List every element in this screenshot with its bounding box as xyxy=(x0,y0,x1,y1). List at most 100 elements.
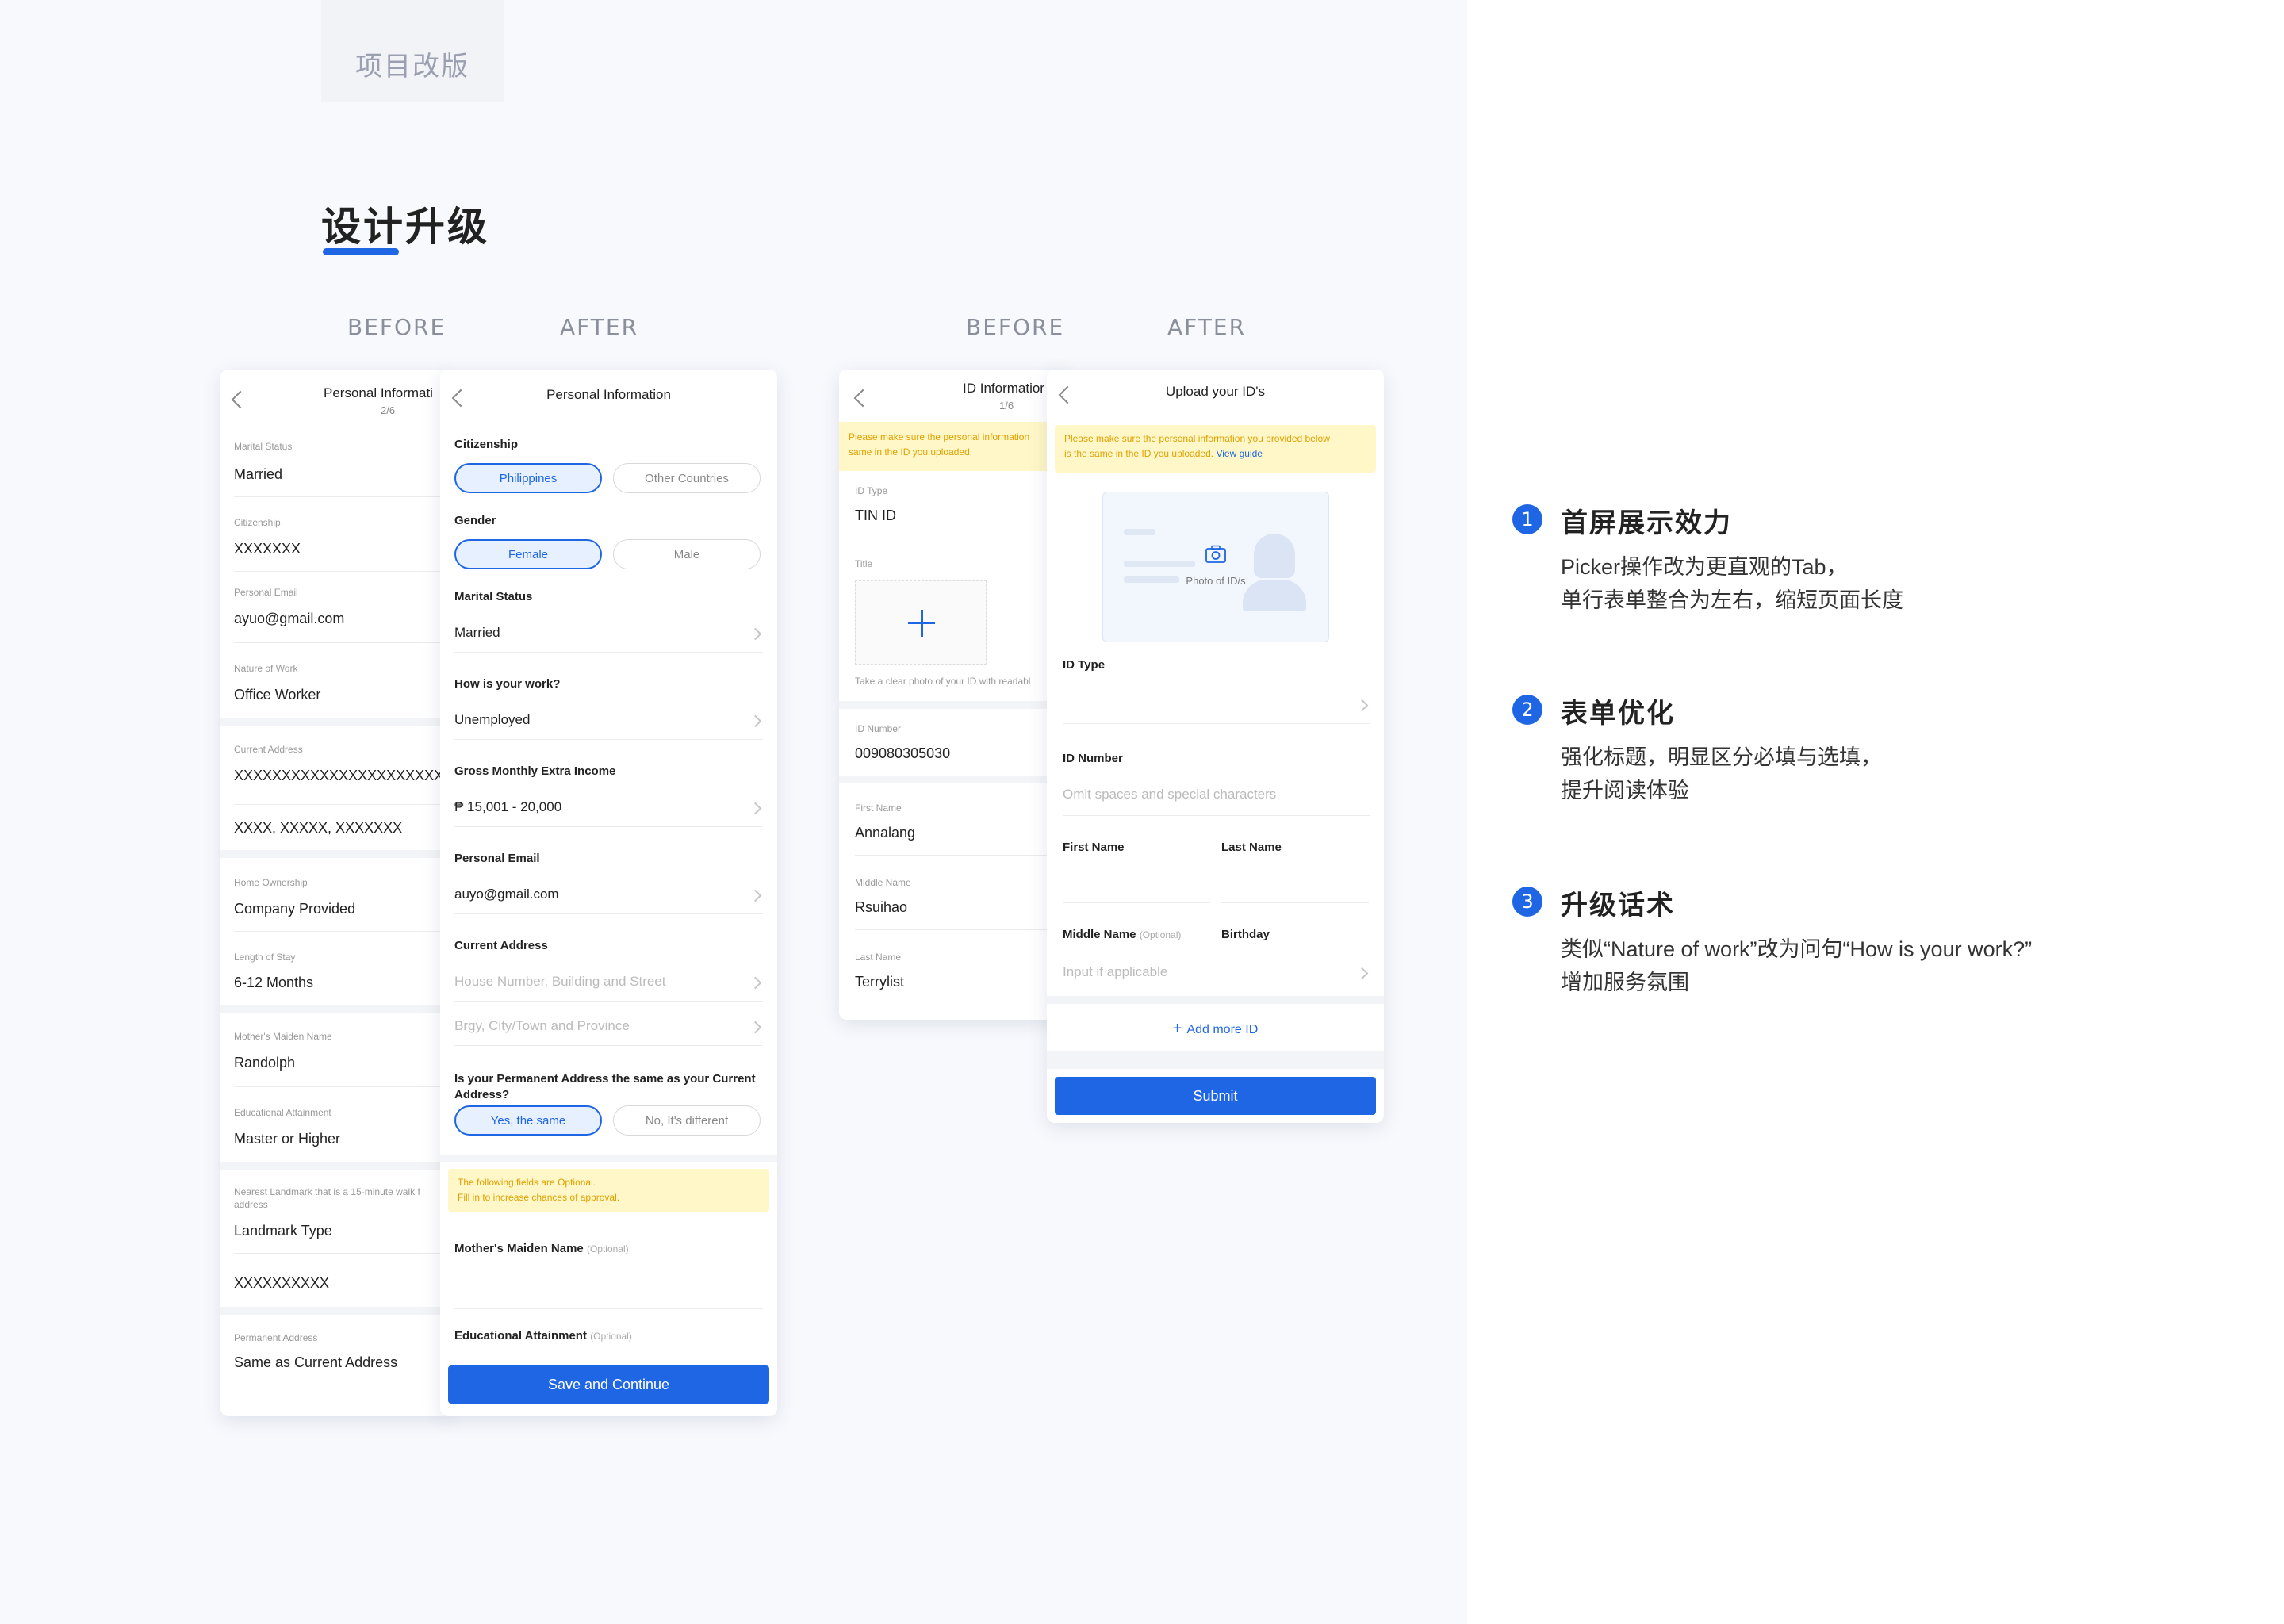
back-chevron-icon[interactable] xyxy=(231,390,250,409)
project-tag: 项目改版 xyxy=(355,52,469,82)
first-name-label: First Name xyxy=(1063,841,1125,854)
bullet-title: 首屏展示效力 xyxy=(1561,508,1732,538)
field-label: ID Type xyxy=(855,485,888,496)
income-value[interactable]: ₱ 15,001 - 20,000 xyxy=(454,799,561,815)
field-label: Nearest Landmark that is a 15-minute wal… xyxy=(234,1186,420,1197)
after-label-1: AFTER xyxy=(560,314,639,340)
field-value[interactable]: Company Provided xyxy=(234,901,355,917)
screen-title: Personal Information xyxy=(546,387,671,402)
field-value[interactable]: Office Worker xyxy=(234,687,320,703)
bullet-title: 升级话术 xyxy=(1561,891,1675,921)
chevron-right-icon[interactable] xyxy=(1355,699,1369,712)
add-more-id-button[interactable]: + Add more ID xyxy=(1047,1020,1384,1038)
field-value[interactable]: Randolph xyxy=(234,1055,295,1071)
optional-tag: (Optional) xyxy=(586,1243,629,1254)
id-number-input[interactable]: Omit spaces and special characters xyxy=(1063,787,1276,802)
field-label: Current Address xyxy=(234,744,303,755)
field-value[interactable]: ayuo@gmail.com xyxy=(234,611,344,627)
middle-name-input[interactable]: Input if applicable xyxy=(1063,964,1167,980)
divider xyxy=(855,929,1069,930)
section-gap xyxy=(220,1005,450,1013)
screen-title: Upload your ID's xyxy=(1165,384,1266,399)
chevron-right-icon xyxy=(749,976,762,990)
citizenship-option-other[interactable]: Other Countries xyxy=(613,463,761,493)
id-type-value[interactable]: TIN ID xyxy=(855,508,896,524)
step-indicator: 1/6 xyxy=(999,400,1014,412)
chevron-right-icon xyxy=(749,714,762,728)
field-value[interactable]: XXXXXXXXXXXXXXXXXXXXXX xyxy=(234,768,443,784)
after-label-2: AFTER xyxy=(1167,314,1247,340)
bullet-title: 表单优化 xyxy=(1561,699,1675,729)
bullet-desc-line: 提升阅读体验 xyxy=(1561,779,1689,802)
chevron-right-icon xyxy=(749,889,762,902)
optional-tag: (Optional) xyxy=(590,1331,632,1342)
bullet-number: 1 xyxy=(1512,504,1542,534)
chevron-right-icon[interactable] xyxy=(1355,967,1369,980)
bullet-desc-line: 单行表单整合为左右，缩短页面长度 xyxy=(1561,588,1903,612)
photo-hint: Take a clear photo of your ID with reada… xyxy=(855,676,1031,687)
field-value[interactable]: 6-12 Months xyxy=(234,975,313,991)
permanent-option-different[interactable]: No, It's different xyxy=(613,1105,761,1136)
first-name-value[interactable]: Annalang xyxy=(855,825,915,841)
placeholder-bar xyxy=(1124,561,1195,567)
field-value[interactable]: Landmark Type xyxy=(234,1223,332,1239)
bullet-desc-line: Picker操作改为更直观的Tab， xyxy=(1561,555,1848,579)
save-continue-button[interactable]: Save and Continue xyxy=(448,1365,769,1404)
notice-line: The following fields are Optional. xyxy=(458,1177,596,1188)
gender-option-female[interactable]: Female xyxy=(454,539,602,569)
back-chevron-icon[interactable] xyxy=(853,389,872,408)
citizenship-option-philippines[interactable]: Philippines xyxy=(454,463,602,493)
chevron-right-icon xyxy=(749,802,762,815)
field-label-cont: address xyxy=(234,1199,268,1210)
divider xyxy=(234,496,450,497)
address-city-input[interactable]: Brgy, City/Town and Province xyxy=(454,1018,630,1034)
permanent-option-same[interactable]: Yes, the same xyxy=(454,1105,602,1136)
divider xyxy=(234,571,450,572)
id-number-label: ID Number xyxy=(1063,752,1123,765)
field-value[interactable]: Same as Current Address xyxy=(234,1354,397,1371)
id-type-label: ID Type xyxy=(1063,658,1106,672)
field-value[interactable]: XXXX, XXXXX, XXXXXXX xyxy=(234,820,402,837)
plus-icon-v xyxy=(920,610,923,637)
field-label: Middle Name xyxy=(855,877,911,888)
field-label: Educational Attainment xyxy=(234,1107,331,1118)
before-label-1: BEFORE xyxy=(347,314,446,340)
photo-upload-area[interactable]: Photo of ID/s xyxy=(1102,492,1329,642)
id-notice: Please make sure the personal informatio… xyxy=(839,422,1069,471)
middle-name-value[interactable]: Rsuihao xyxy=(855,899,907,916)
before-label-2: BEFORE xyxy=(966,314,1065,340)
middle-name-label: Middle Name (Optional) xyxy=(1063,928,1181,941)
camera-icon xyxy=(1205,545,1226,563)
address-street-input[interactable]: House Number, Building and Street xyxy=(454,974,666,990)
gender-option-male[interactable]: Male xyxy=(613,539,761,569)
field-value[interactable]: XXXXXXXXXX xyxy=(234,1275,329,1292)
section-title: 设计升级 xyxy=(321,205,489,249)
field-label: ID Number xyxy=(855,723,902,734)
view-guide-link[interactable]: View guide xyxy=(1216,448,1263,459)
bullet-desc-line: 类似“Nature of work”改为问句“How is your work?… xyxy=(1561,937,2033,961)
field-value[interactable]: Married xyxy=(234,466,282,483)
divider xyxy=(855,855,1069,856)
submit-button[interactable]: Submit xyxy=(1055,1077,1376,1115)
field-value[interactable]: Master or Higher xyxy=(234,1131,340,1147)
email-value[interactable]: auyo@gmail.com xyxy=(454,887,559,902)
chevron-right-icon xyxy=(749,1021,762,1034)
divider xyxy=(1063,815,1370,816)
divider xyxy=(234,1253,450,1254)
field-label: Personal Email xyxy=(234,587,298,598)
work-value[interactable]: Unemployed xyxy=(454,712,530,728)
divider xyxy=(454,1001,763,1002)
field-value[interactable]: XXXXXXX xyxy=(234,541,301,557)
avatar-silhouette-icon xyxy=(1254,534,1295,578)
first-name-input-line[interactable] xyxy=(1063,902,1210,903)
section-gap xyxy=(1047,1051,1384,1069)
photo-upload-box[interactable] xyxy=(855,580,987,665)
last-name-input-line[interactable] xyxy=(1221,902,1369,903)
marital-value[interactable]: Married xyxy=(454,625,500,641)
id-number-value[interactable]: 009080305030 xyxy=(855,745,950,762)
divider xyxy=(454,826,763,827)
section-gap xyxy=(839,776,1069,783)
last-name-value[interactable]: Terrylist xyxy=(855,974,904,990)
optional-notice: The following fields are Optional. Fill … xyxy=(448,1169,769,1212)
bullet-desc-line: 强化标题，明显区分必填与选填， xyxy=(1561,745,1882,769)
